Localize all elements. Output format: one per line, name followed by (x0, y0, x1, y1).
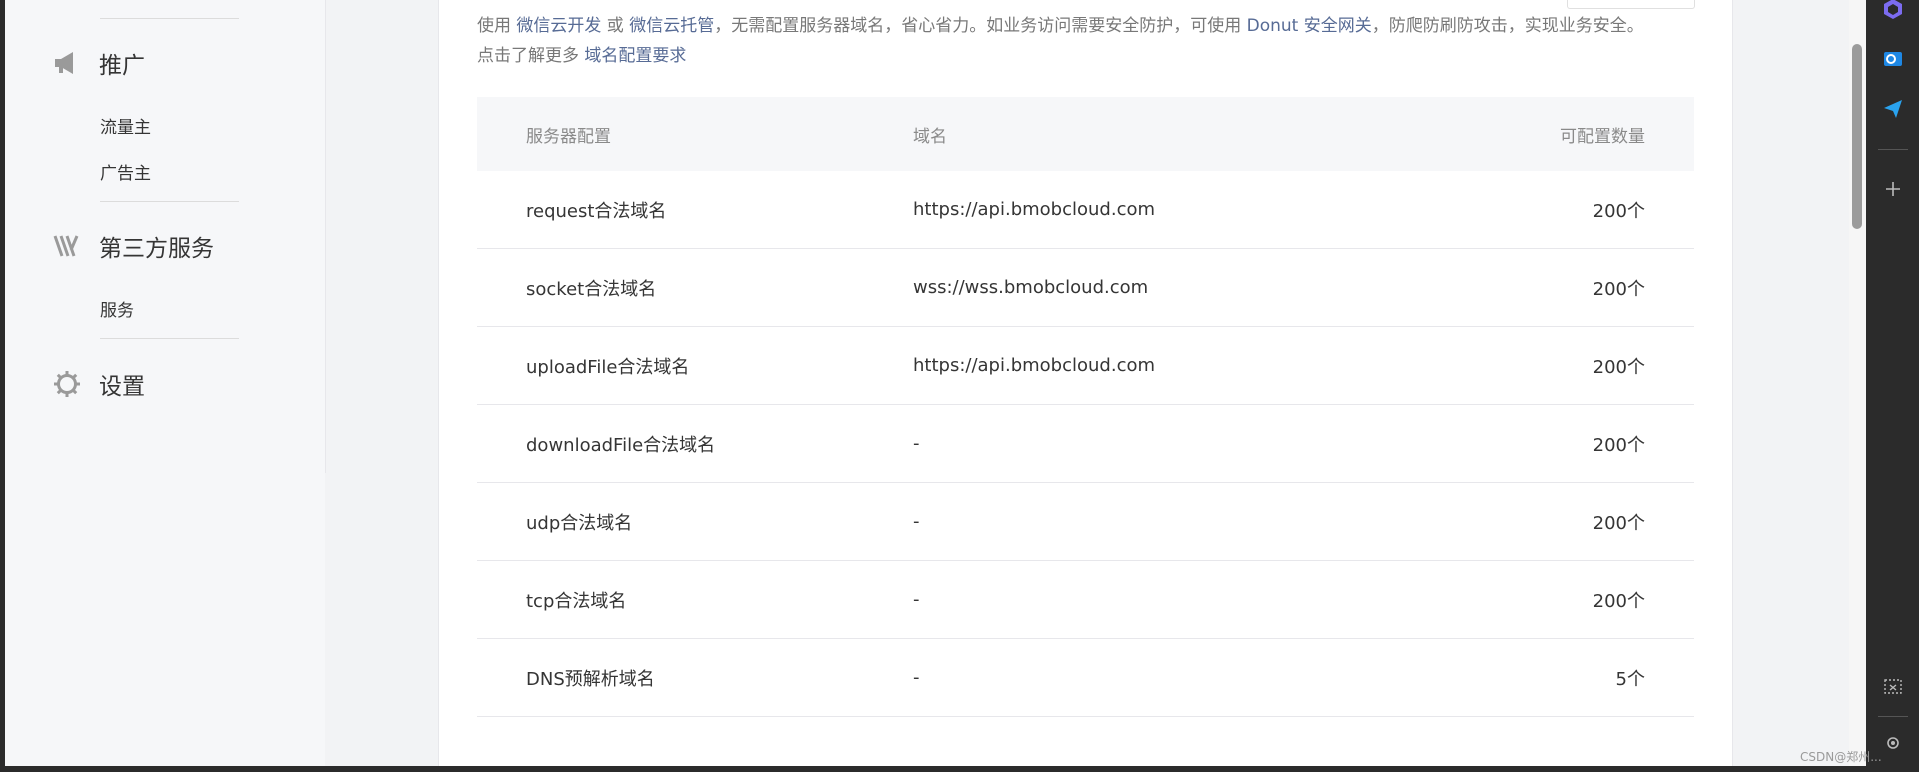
sidebar-divider-line (100, 18, 239, 19)
desc-text: 或 (601, 16, 630, 36)
cell-config: tcp合法域名 (526, 590, 627, 612)
cell-count: 200个 (1592, 590, 1645, 612)
gear-icon (53, 370, 81, 398)
settings-gear-icon[interactable] (1880, 730, 1906, 756)
domain-table: 服务器配置 域名 可配置数量 request合法域名 https://api.b… (477, 97, 1694, 717)
link-cloud-dev[interactable]: 微信云开发 (516, 16, 601, 36)
sidebar-section-third-party[interactable]: 第三方服务 (53, 229, 214, 263)
sidebar-divider-line (100, 338, 239, 339)
desc-text: 使用 (477, 16, 517, 36)
cell-count: 200个 (1592, 356, 1645, 378)
link-domain-requirements[interactable]: 域名配置要求 (584, 46, 686, 66)
table-row: udp合法域名 - 200个 (477, 483, 1694, 561)
cell-count: 5个 (1615, 668, 1645, 690)
cell-count: 200个 (1592, 200, 1645, 222)
sidebar-section-title: 第三方服务 (99, 236, 214, 262)
cell-config: uploadFile合法域名 (526, 356, 690, 378)
cell-domain: https://api.bmobcloud.com (913, 355, 1156, 376)
copilot-icon[interactable] (1880, 0, 1906, 22)
header-count: 可配置数量 (1560, 126, 1645, 147)
link-cloud-hosting[interactable]: 微信云托管 (629, 16, 714, 36)
cell-config: downloadFile合法域名 (526, 434, 716, 456)
third-party-icon (53, 232, 81, 260)
sidebar-section-title: 设置 (99, 374, 145, 400)
sidebar-item-services[interactable]: 服务 (100, 296, 134, 321)
table-row: socket合法域名 wss://wss.bmobcloud.com 200个 (477, 249, 1694, 327)
desc-text: ，无需配置服务器域名，省心省力。如业务访问需要安全防护，可使用 (714, 16, 1247, 36)
sidebar-item-advertiser[interactable]: 广告主 (100, 159, 151, 184)
cell-count: 200个 (1592, 278, 1645, 300)
sidebar-section-settings[interactable]: 设置 (53, 367, 145, 401)
sidebar-divider-line (100, 201, 239, 202)
top-right-button[interactable] (1567, 0, 1695, 9)
watermark: CSDN@郑州... (1800, 750, 1882, 764)
sidebar-divider (325, 0, 326, 473)
outlook-icon[interactable] (1880, 46, 1906, 72)
domain-description: 使用 微信云开发 或 微信云托管，无需配置服务器域名，省心省力。如业务访问需要安… (477, 11, 1697, 71)
table-row: DNS预解析域名 - 5个 (477, 639, 1694, 717)
cell-config: DNS预解析域名 (526, 668, 655, 690)
cell-domain: - (913, 667, 920, 688)
cell-domain: https://api.bmobcloud.com (913, 199, 1156, 220)
sidebar-section-title: 推广 (99, 53, 145, 79)
table-header: 服务器配置 域名 可配置数量 (477, 97, 1694, 171)
sidebar-section-promotion[interactable]: 推广 (53, 46, 145, 80)
header-domain: 域名 (913, 126, 947, 147)
table-row: uploadFile合法域名 https://api.bmobcloud.com… (477, 327, 1694, 405)
cell-domain: - (913, 433, 920, 454)
cell-domain: wss://wss.bmobcloud.com (913, 277, 1149, 298)
appbar-separator (1878, 716, 1908, 717)
table-row: request合法域名 https://api.bmobcloud.com 20… (477, 171, 1694, 249)
megaphone-icon (53, 49, 81, 77)
send-icon[interactable] (1880, 95, 1906, 121)
table-row: downloadFile合法域名 - 200个 (477, 405, 1694, 483)
cell-count: 200个 (1592, 512, 1645, 534)
table-row: tcp合法域名 - 200个 (477, 561, 1694, 639)
cell-count: 200个 (1592, 434, 1645, 456)
sidebar-item-traffic-owner[interactable]: 流量主 (100, 113, 151, 138)
appbar-separator (1878, 149, 1908, 150)
cell-config: udp合法域名 (526, 512, 633, 534)
header-server-config: 服务器配置 (526, 126, 611, 147)
add-icon[interactable] (1880, 176, 1906, 202)
desc-text: ，防爬防刷防攻击，实现业务安全。 (1371, 16, 1644, 36)
window-frame-bottom (0, 766, 1866, 772)
screenshot-icon[interactable] (1880, 674, 1906, 700)
cell-config: request合法域名 (526, 200, 667, 222)
link-donut-gateway[interactable]: Donut 安全网关 (1247, 16, 1372, 36)
desc-text: 点击了解更多 (477, 46, 585, 66)
cell-domain: - (913, 511, 920, 532)
cell-domain: - (913, 589, 920, 610)
scrollbar-thumb[interactable] (1852, 44, 1862, 229)
cell-config: socket合法域名 (526, 278, 657, 300)
